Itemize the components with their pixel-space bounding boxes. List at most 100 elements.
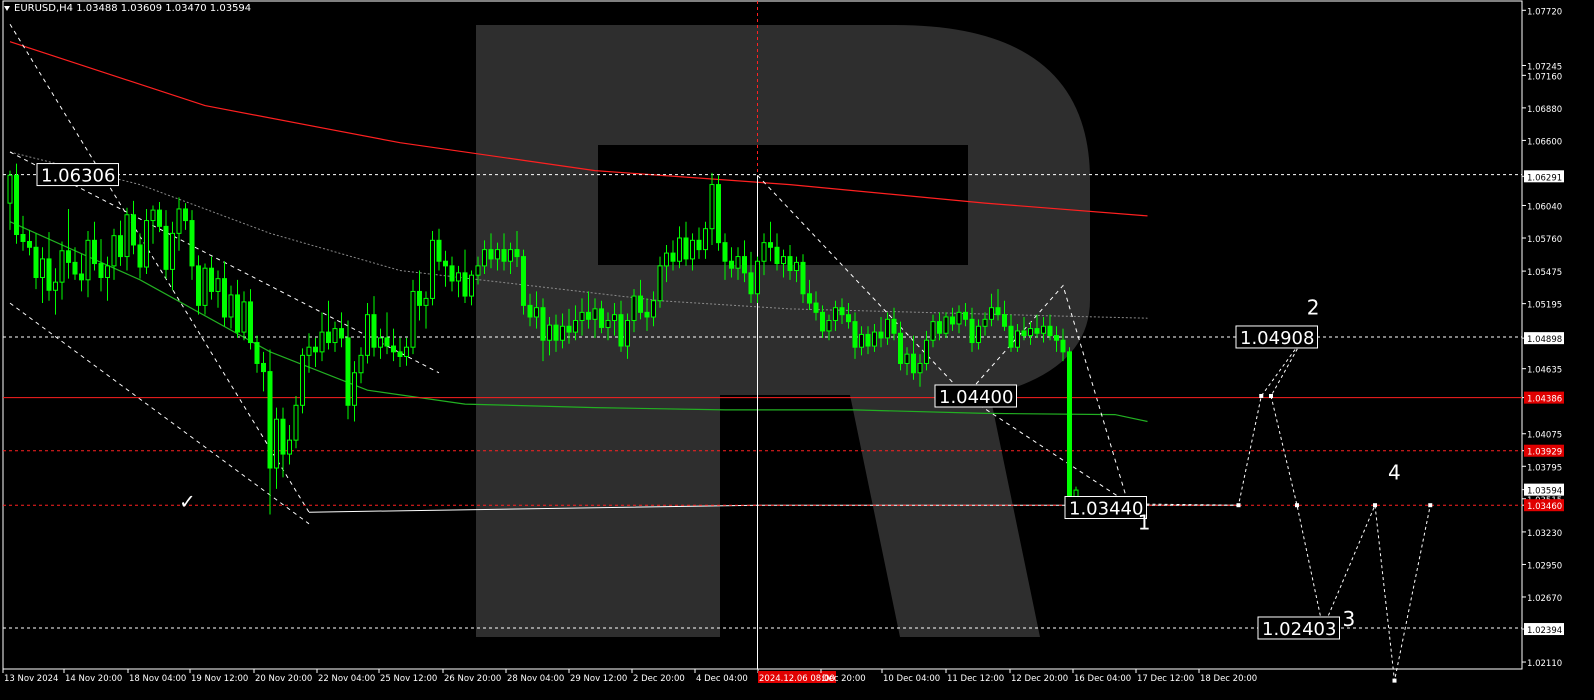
candle-body-bull <box>547 324 552 341</box>
candle-body-bull <box>631 295 637 321</box>
candle-body-bull <box>287 439 292 455</box>
candle-body-bear <box>644 311 650 318</box>
candle-body-bull <box>657 265 663 302</box>
candle-body-bear <box>1002 314 1007 327</box>
candle-body-bear <box>209 267 214 292</box>
candle-body-bull <box>755 260 760 295</box>
x-tick-label: 17 Dec 12:00 <box>1137 674 1194 684</box>
price-axis[interactable]: 1.07720 1.072451.07160 1.06880 1.06600 1.062… <box>1522 7 1564 669</box>
candle-body-bear <box>722 242 728 262</box>
candle-body-bull <box>976 325 981 344</box>
candle-body-bear <box>137 244 143 268</box>
candle-body-bear <box>748 272 754 295</box>
price-label: 1.03440 <box>1069 499 1143 520</box>
candle-body-bear <box>683 237 689 260</box>
candle-body-bull <box>885 318 890 339</box>
y-tick-label: 1.07245 <box>1527 62 1562 72</box>
candle-body-bear <box>1054 335 1059 341</box>
candle-body-bull <box>664 252 669 267</box>
candle-body-bear <box>261 362 266 373</box>
candle-body-bear <box>371 314 377 348</box>
symbol-label: EURUSD,H4 <box>14 3 74 14</box>
candle-body-bull <box>495 249 500 260</box>
x-tick-label: 20 Nov 20:00 <box>255 674 312 684</box>
y-tick-label: 1.06291 <box>1527 173 1562 183</box>
candle <box>430 231 435 306</box>
candle-body-bear <box>898 332 903 364</box>
candle-body-bear <box>79 273 84 281</box>
candle-body-bull <box>430 239 435 299</box>
wave-label: 3 <box>1343 607 1356 631</box>
candle-body-bull <box>410 290 416 348</box>
candle-body-bear <box>66 250 71 263</box>
x-tick-label: 16 Dec 04:00 <box>1074 674 1131 684</box>
x-tick-label: 22 Nov 04:00 <box>318 674 375 684</box>
check-mark: ✓ <box>179 490 196 514</box>
candle-body-bull <box>215 278 221 292</box>
candle-body-bear <box>566 325 572 333</box>
candle-body-bull <box>612 314 617 321</box>
candle-body-bear <box>33 246 39 278</box>
candle-body-bull <box>482 249 487 267</box>
candle-body-bear <box>280 418 286 455</box>
y-tick-label: 1.03230 <box>1527 529 1562 539</box>
candle-body-bear <box>774 246 780 265</box>
candle-body-bear <box>27 240 32 248</box>
candle-body-bull <box>690 239 695 260</box>
candle-body-bull <box>1041 325 1046 334</box>
x-tick-label: Dec 20:00 <box>822 674 866 684</box>
candle-body-bull <box>378 337 383 348</box>
y-tick-label: 1.05760 <box>1527 235 1562 245</box>
candle-body-bear <box>163 225 169 270</box>
candle-body-bull <box>761 242 767 262</box>
y-tick-label: 1.04075 <box>1527 431 1562 441</box>
candle-body-bear <box>742 256 747 274</box>
candle-body-bull <box>794 261 799 272</box>
candle-body-bull <box>1028 328 1033 337</box>
candle-body-bear <box>618 314 624 347</box>
candle-body-bear <box>586 311 591 320</box>
candle-body-bear <box>820 311 825 332</box>
x-tick-label: 2 Dec 20:00 <box>633 674 685 684</box>
candle-body-bear <box>462 272 468 297</box>
x-tick-label: 12 Dec 20:00 <box>1011 674 1068 684</box>
candle-body-bear <box>326 331 331 344</box>
candle <box>716 175 721 251</box>
level-label: 1.02403 <box>1262 619 1336 640</box>
candle-body-bull <box>917 362 923 374</box>
candle-body-bull <box>111 235 117 267</box>
candle-body-bear <box>118 235 123 258</box>
candle-body-bull <box>625 319 630 347</box>
dropdown-icon[interactable] <box>4 5 10 11</box>
x-tick-label: 13 Nov 2024 <box>4 674 58 684</box>
candle-body-bear <box>839 307 845 316</box>
candle-body-bull <box>943 316 949 334</box>
candle-body-bear <box>313 346 318 353</box>
candle-body-bear <box>339 328 344 339</box>
y-tick-label: 1.04386 <box>1527 395 1562 405</box>
candle-body-bear <box>488 249 494 260</box>
candle-body-bull <box>989 307 994 320</box>
x-tick-label: 11 Dec 12:00 <box>947 674 1004 684</box>
candle <box>521 249 526 315</box>
chart-header[interactable]: EURUSD,H4 1.03488 1.03609 1.03470 1.0359… <box>4 3 251 14</box>
candle-body-bear <box>969 318 975 344</box>
candle-body-bear <box>995 307 1001 316</box>
price-chart[interactable]: 1.06306 1.04908 1.02403 1.04400 1.034401 2 3 4 ✓… <box>0 0 1594 700</box>
candle-body-bull <box>677 237 682 262</box>
candle-body-bull <box>144 220 149 268</box>
candle-body-bull <box>404 346 409 357</box>
wave-label: 1 <box>1138 510 1151 534</box>
candle-body-bear <box>852 321 858 348</box>
forecast-point <box>1428 503 1433 508</box>
price-label: 1.04400 <box>939 387 1013 408</box>
y-tick-label: 1.03460 <box>1527 502 1562 512</box>
y-tick-label: 1.06040 <box>1527 202 1562 212</box>
candle-body-bear <box>1067 351 1072 503</box>
candle-body-bull <box>930 321 936 341</box>
candle-body-bull <box>365 314 370 356</box>
candle-body-bear <box>800 261 806 295</box>
y-tick-label: 1.02110 <box>1527 659 1562 669</box>
candle-body-bear <box>397 351 403 357</box>
candle-body-bull <box>709 184 715 230</box>
